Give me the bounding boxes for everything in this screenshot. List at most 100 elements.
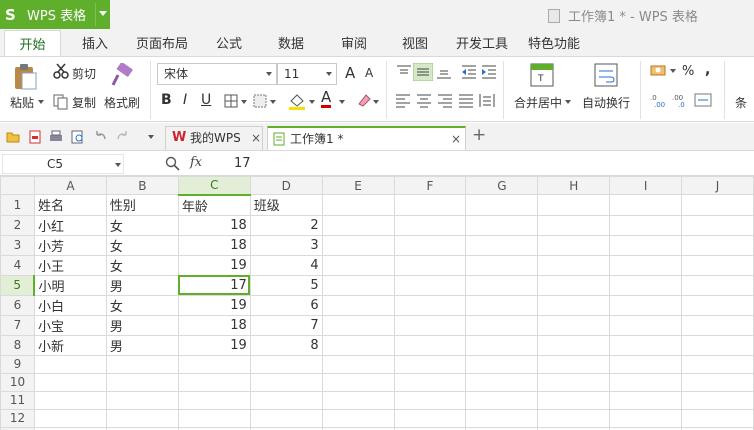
cell[interactable]: [105, 372, 179, 392]
cell[interactable]: 小新: [33, 334, 107, 356]
name-box[interactable]: C5: [2, 154, 124, 174]
cell[interactable]: [465, 334, 539, 356]
cell[interactable]: [609, 214, 683, 236]
cell[interactable]: 小宝: [33, 314, 107, 336]
decrease-indent-icon[interactable]: [460, 63, 478, 81]
cell[interactable]: [249, 372, 323, 392]
row-header[interactable]: 5: [0, 274, 36, 296]
align-middle-icon[interactable]: [413, 63, 433, 81]
print-preview-icon[interactable]: [71, 130, 85, 144]
cell[interactable]: 男: [105, 334, 179, 356]
paste-button[interactable]: 粘贴: [10, 94, 34, 111]
column-header[interactable]: J: [681, 176, 754, 195]
cell[interactable]: [609, 408, 683, 428]
cell[interactable]: [321, 234, 395, 256]
cell[interactable]: [609, 254, 683, 276]
align-left-icon[interactable]: [395, 92, 411, 108]
clear-format-dropdown-icon[interactable]: [373, 100, 379, 104]
close-icon[interactable]: ×: [451, 128, 461, 150]
cell[interactable]: [537, 390, 611, 410]
new-tab-plus-icon[interactable]: +: [472, 125, 486, 145]
cell[interactable]: [105, 390, 179, 410]
cell[interactable]: 女: [105, 214, 179, 236]
cell[interactable]: 小白: [33, 294, 107, 316]
cell[interactable]: [321, 372, 395, 392]
justify-icon[interactable]: [458, 92, 474, 108]
cell[interactable]: [681, 372, 754, 392]
cell[interactable]: [465, 274, 539, 296]
customize-toolbar-icon[interactable]: [148, 135, 154, 139]
cell[interactable]: [465, 194, 539, 216]
copy-icon[interactable]: [53, 94, 69, 110]
conditional-format-button[interactable]: 条: [735, 94, 747, 111]
cell[interactable]: [537, 234, 611, 256]
cell[interactable]: [393, 408, 467, 428]
cell[interactable]: [681, 294, 754, 316]
cell[interactable]: 18: [177, 314, 251, 336]
column-header[interactable]: C: [177, 176, 251, 196]
undo-icon[interactable]: [93, 130, 107, 144]
cell[interactable]: [393, 254, 467, 276]
row-header[interactable]: 12: [0, 408, 35, 428]
column-header[interactable]: A: [33, 176, 107, 195]
open-folder-icon[interactable]: [6, 130, 20, 144]
row-header[interactable]: 4: [0, 254, 35, 276]
grow-font-button[interactable]: A: [345, 64, 355, 82]
cell[interactable]: 18: [177, 234, 251, 256]
formula-input[interactable]: 17: [226, 153, 754, 175]
cell[interactable]: [609, 294, 683, 316]
bold-button[interactable]: B: [161, 92, 172, 108]
shrink-font-button[interactable]: A: [365, 66, 373, 80]
cell[interactable]: [537, 408, 611, 428]
active-cell[interactable]: 17: [177, 274, 251, 296]
cell[interactable]: [537, 372, 611, 392]
row-header[interactable]: 6: [0, 294, 35, 316]
tab-view[interactable]: 视图: [391, 30, 439, 57]
copy-button[interactable]: 复制: [72, 94, 96, 111]
cell[interactable]: 男: [105, 314, 179, 336]
cell[interactable]: [393, 234, 467, 256]
cell[interactable]: [321, 354, 395, 374]
increase-indent-icon[interactable]: [480, 63, 498, 81]
cell[interactable]: [321, 274, 395, 296]
distributed-align-icon[interactable]: [479, 92, 495, 108]
row-header[interactable]: 10: [0, 372, 35, 392]
cell[interactable]: [609, 314, 683, 336]
merge-center-button[interactable]: 合并居中: [514, 94, 562, 111]
row-header[interactable]: 1: [0, 194, 35, 216]
column-header[interactable]: E: [321, 176, 395, 195]
cell[interactable]: [321, 294, 395, 316]
paste-icon[interactable]: [12, 63, 38, 91]
wrap-text-button[interactable]: 自动换行: [582, 94, 630, 111]
cell[interactable]: [681, 254, 754, 276]
align-bottom-icon[interactable]: [435, 63, 453, 81]
cell[interactable]: 小芳: [33, 234, 107, 256]
row-header[interactable]: 11: [0, 390, 35, 410]
cell[interactable]: 小红: [33, 214, 107, 236]
tab-page-layout[interactable]: 页面布局: [128, 30, 196, 57]
cell[interactable]: [321, 408, 395, 428]
cell[interactable]: [681, 390, 754, 410]
chevron-down-icon[interactable]: [115, 163, 121, 167]
cell[interactable]: [609, 390, 683, 410]
cell[interactable]: [609, 234, 683, 256]
comma-button[interactable]: ,: [705, 62, 710, 78]
cell[interactable]: [393, 354, 467, 374]
cell[interactable]: 小明: [33, 274, 107, 296]
number-format-icon[interactable]: [694, 93, 712, 107]
font-size-select[interactable]: 11: [277, 63, 337, 85]
cell[interactable]: [393, 214, 467, 236]
cell[interactable]: [681, 234, 754, 256]
row-header[interactable]: 7: [0, 314, 35, 336]
cell[interactable]: [105, 408, 179, 428]
row-header[interactable]: 8: [0, 334, 35, 356]
cell[interactable]: [33, 408, 107, 428]
close-icon[interactable]: ×: [251, 127, 261, 149]
cell[interactable]: [249, 408, 323, 428]
increase-decimal-icon[interactable]: .0 .00: [650, 92, 666, 108]
cell[interactable]: [609, 274, 683, 296]
cell[interactable]: [537, 214, 611, 236]
align-right-icon[interactable]: [437, 92, 453, 108]
cell[interactable]: [609, 334, 683, 356]
cell[interactable]: 7: [249, 314, 323, 336]
